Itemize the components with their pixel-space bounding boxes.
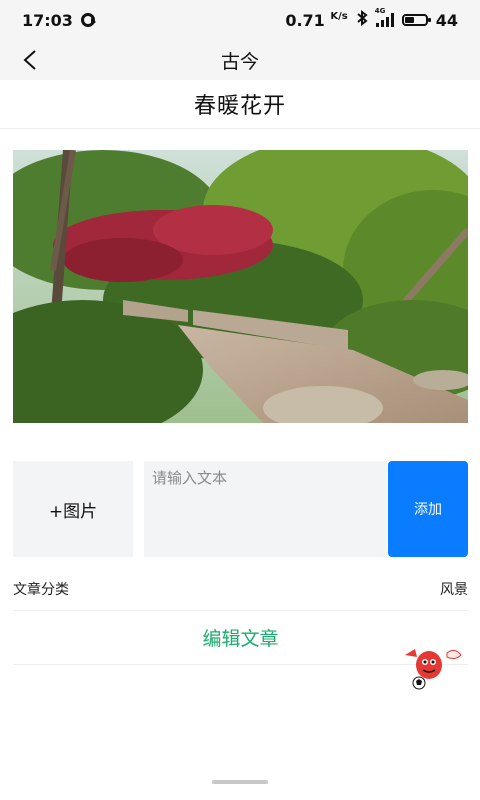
back-button[interactable] [16,46,44,74]
battery-icon [401,14,431,26]
bluetooth-icon [356,10,368,30]
cell-signal-icon: 4G [375,7,394,27]
landscape-image [13,150,468,423]
edit-article-button[interactable]: 编辑文章 [13,611,468,665]
home-indicator[interactable] [212,780,268,784]
category-label: 文章分类 [13,582,69,598]
add-button[interactable]: 添加 [388,461,468,557]
network-speed-unit: K/s [330,10,348,22]
mascot-icon[interactable] [403,643,465,691]
editor-row: +图片 添加 [13,461,468,557]
category-value: 风景 [440,582,468,598]
network-speed-value: 0.71 [285,10,325,30]
chevron-left-icon [23,50,36,70]
battery-level: 44 [435,10,458,30]
article-category-row[interactable]: 文章分类 风景 [13,568,468,611]
status-left: 17:03 [22,10,96,30]
status-bar: 17:03 0.71 K/s 4G 44 [0,0,480,40]
article-photo [13,150,468,423]
battery-fill [404,17,414,23]
network-speed: 0.71 K/s [285,11,347,30]
page-title: 古今 [220,50,259,73]
status-time: 17:03 [22,10,73,30]
status-right: 0.71 K/s 4G 44 [285,7,458,30]
text-input[interactable] [144,461,387,557]
nav-bar: 古今 [0,40,480,80]
article-title: 春暖花开 [0,80,480,129]
add-image-button[interactable]: +图片 [13,461,133,557]
sync-icon [80,13,96,27]
network-type-label: 4G [374,7,386,15]
